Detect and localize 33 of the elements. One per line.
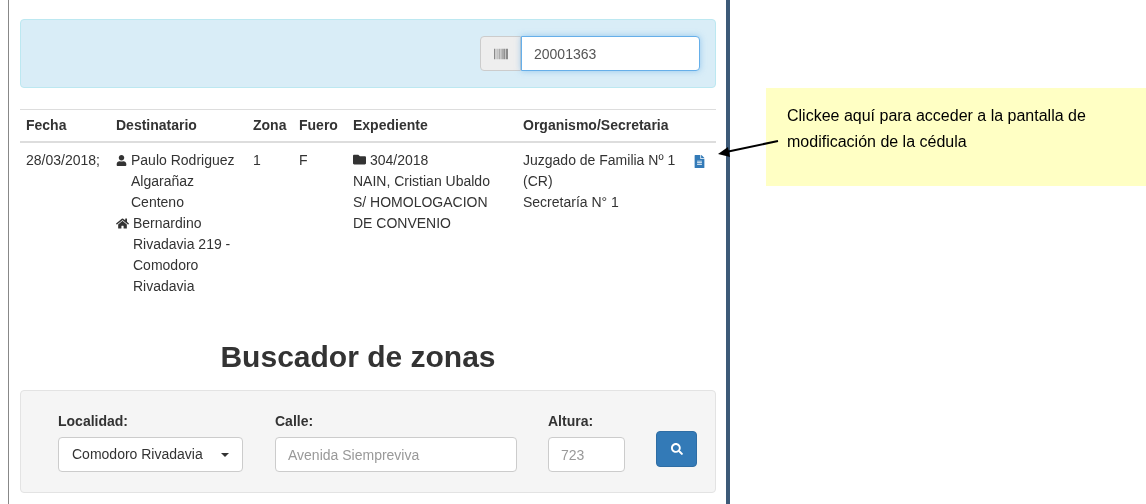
case-number: 304/2018 [370, 152, 429, 168]
street-input-field[interactable]: Avenida Siempreviva [275, 437, 517, 472]
folder-icon [353, 153, 366, 167]
column-header: Zona [253, 117, 287, 133]
field-label: Localidad: [58, 412, 129, 431]
person-icon [116, 155, 127, 166]
recipient-name: Paulo Rodriguez Algarañaz Centeno [131, 151, 236, 212]
column-header: Fecha [26, 117, 67, 133]
arrow-icon [716, 138, 780, 158]
barcode-icon [480, 36, 521, 71]
court-name: Juzgado de Familia Nº 1 (CR) [523, 151, 677, 191]
column-header: Fuero [299, 117, 338, 133]
locality-dropdown[interactable]: Comodoro Rivadavia [58, 437, 243, 472]
number-input-field[interactable]: 723 [548, 437, 625, 472]
date-text: 28/03/2018; [26, 152, 100, 168]
field-label: Calle: [275, 412, 315, 431]
section-title: Buscador de zonas [219, 339, 497, 375]
search-button[interactable] [656, 431, 697, 467]
callout-note: Clickee aquí para acceder a la pantalla de modificación de la cédula [766, 88, 1146, 186]
zone-text: 1 [253, 152, 261, 168]
case-title: NAIN, Cristian Ubaldo S/ HOMOLOGACION DE CONVENIO [353, 172, 491, 233]
caret-icon [221, 452, 229, 457]
document-icon[interactable] [693, 155, 706, 168]
search-icon [670, 443, 683, 455]
column-header: Organismo/Secretaria [523, 117, 669, 133]
column-header: Expediente [353, 117, 428, 133]
barcode-input-field[interactable]: 20001363 [521, 36, 700, 71]
field-label: Altura: [548, 412, 595, 431]
secretary-name: Secretaría N° 1 [523, 193, 620, 212]
court-type-text: F [299, 152, 308, 168]
house-icon [116, 217, 129, 230]
recipient-address: Bernardino Rivadavia 219 - Comodoro Rivadavia [133, 214, 232, 296]
column-header: Destinatario [116, 117, 197, 133]
